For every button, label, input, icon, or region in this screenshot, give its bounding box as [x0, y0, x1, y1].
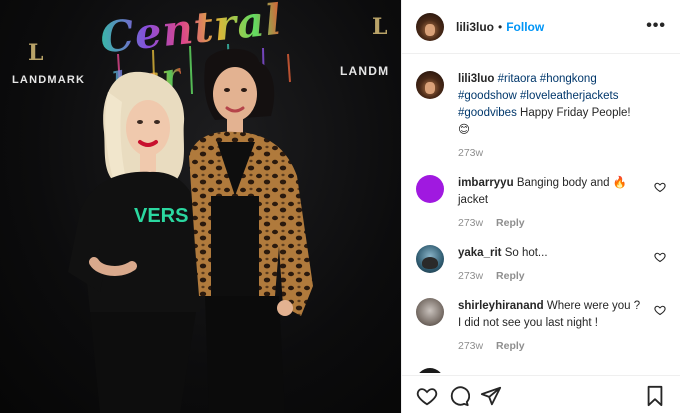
landmark-text-right: LANDM	[340, 64, 390, 78]
heart-icon[interactable]	[416, 385, 438, 407]
reply-button[interactable]: Reply	[496, 340, 525, 352]
caption-time[interactable]: 273w	[458, 147, 483, 159]
share-icon[interactable]	[480, 385, 502, 407]
like-comment-heart-icon[interactable]	[654, 181, 666, 193]
separator-dot: •	[498, 19, 503, 34]
caption-text: lili3luo #ritaora #hongkong #goodshow #l…	[458, 71, 642, 139]
follow-button[interactable]: Follow	[506, 20, 544, 34]
owner-avatar[interactable]	[416, 12, 444, 41]
comment-message: So hot...	[504, 247, 548, 259]
like-comment-heart-icon[interactable]	[654, 251, 666, 263]
commenter-avatar[interactable]	[416, 245, 444, 273]
landmark-logo-left: L	[28, 40, 44, 66]
comment-item: shirleyhiranand Where were you ? I did n…	[416, 298, 666, 352]
comment-username[interactable]: yaka_rit	[458, 247, 501, 259]
post-actions-bar	[402, 375, 680, 413]
caption-username[interactable]: lili3luo	[458, 73, 494, 85]
comment-meta: 273w Reply	[458, 340, 642, 352]
more-options-icon[interactable]: •••	[646, 17, 666, 35]
instagram-post-modal: Central bar L LANDMARK L LANDM VERS	[0, 0, 680, 413]
comment-time[interactable]: 273w	[458, 217, 483, 229]
comment-username[interactable]: shirleyhiranand	[458, 300, 544, 312]
caption: lili3luo #ritaora #hongkong #goodshow #l…	[416, 71, 666, 159]
caption-meta: 273w	[458, 147, 642, 159]
comment-meta: 273w Reply	[458, 217, 642, 229]
comment-username[interactable]: imbarryyu	[458, 177, 514, 189]
comment-text: shirleyhiranand Where were you ? I did n…	[458, 298, 642, 332]
post-header: lili3luo • Follow •••	[402, 0, 680, 54]
bookmark-icon[interactable]	[644, 385, 666, 407]
comment-icon[interactable]	[448, 385, 470, 407]
commenter-avatar[interactable]	[416, 298, 444, 326]
caption-avatar[interactable]	[416, 71, 444, 99]
person-right-figure	[189, 48, 313, 413]
comment-item: imbarryyu Banging body and 🔥 jacket 273w…	[416, 175, 666, 229]
reply-button[interactable]: Reply	[496, 270, 525, 282]
comment-time[interactable]: 273w	[458, 340, 483, 352]
commenter-avatar[interactable]	[416, 175, 444, 203]
comment-item: yaka_rit So hot... 273w Reply	[416, 245, 666, 282]
post-photo[interactable]: Central bar L LANDMARK L LANDM VERS	[0, 0, 401, 413]
comment-meta: 273w Reply	[458, 270, 642, 282]
comment-time[interactable]: 273w	[458, 270, 483, 282]
post-sidebar: lili3luo • Follow ••• lili3luo #ritaora …	[401, 0, 680, 413]
landmark-logo-right: L	[372, 14, 388, 40]
comment-item-partial	[416, 368, 666, 373]
like-comment-heart-icon[interactable]	[654, 304, 666, 316]
comment-text: yaka_rit So hot...	[458, 245, 642, 262]
reply-button[interactable]: Reply	[496, 217, 525, 229]
comment-text: imbarryyu Banging body and 🔥 jacket	[458, 175, 642, 209]
commenter-avatar[interactable]	[416, 368, 444, 373]
owner-username[interactable]: lili3luo	[456, 20, 494, 34]
comments-list[interactable]: lili3luo #ritaora #hongkong #goodshow #l…	[402, 55, 680, 373]
